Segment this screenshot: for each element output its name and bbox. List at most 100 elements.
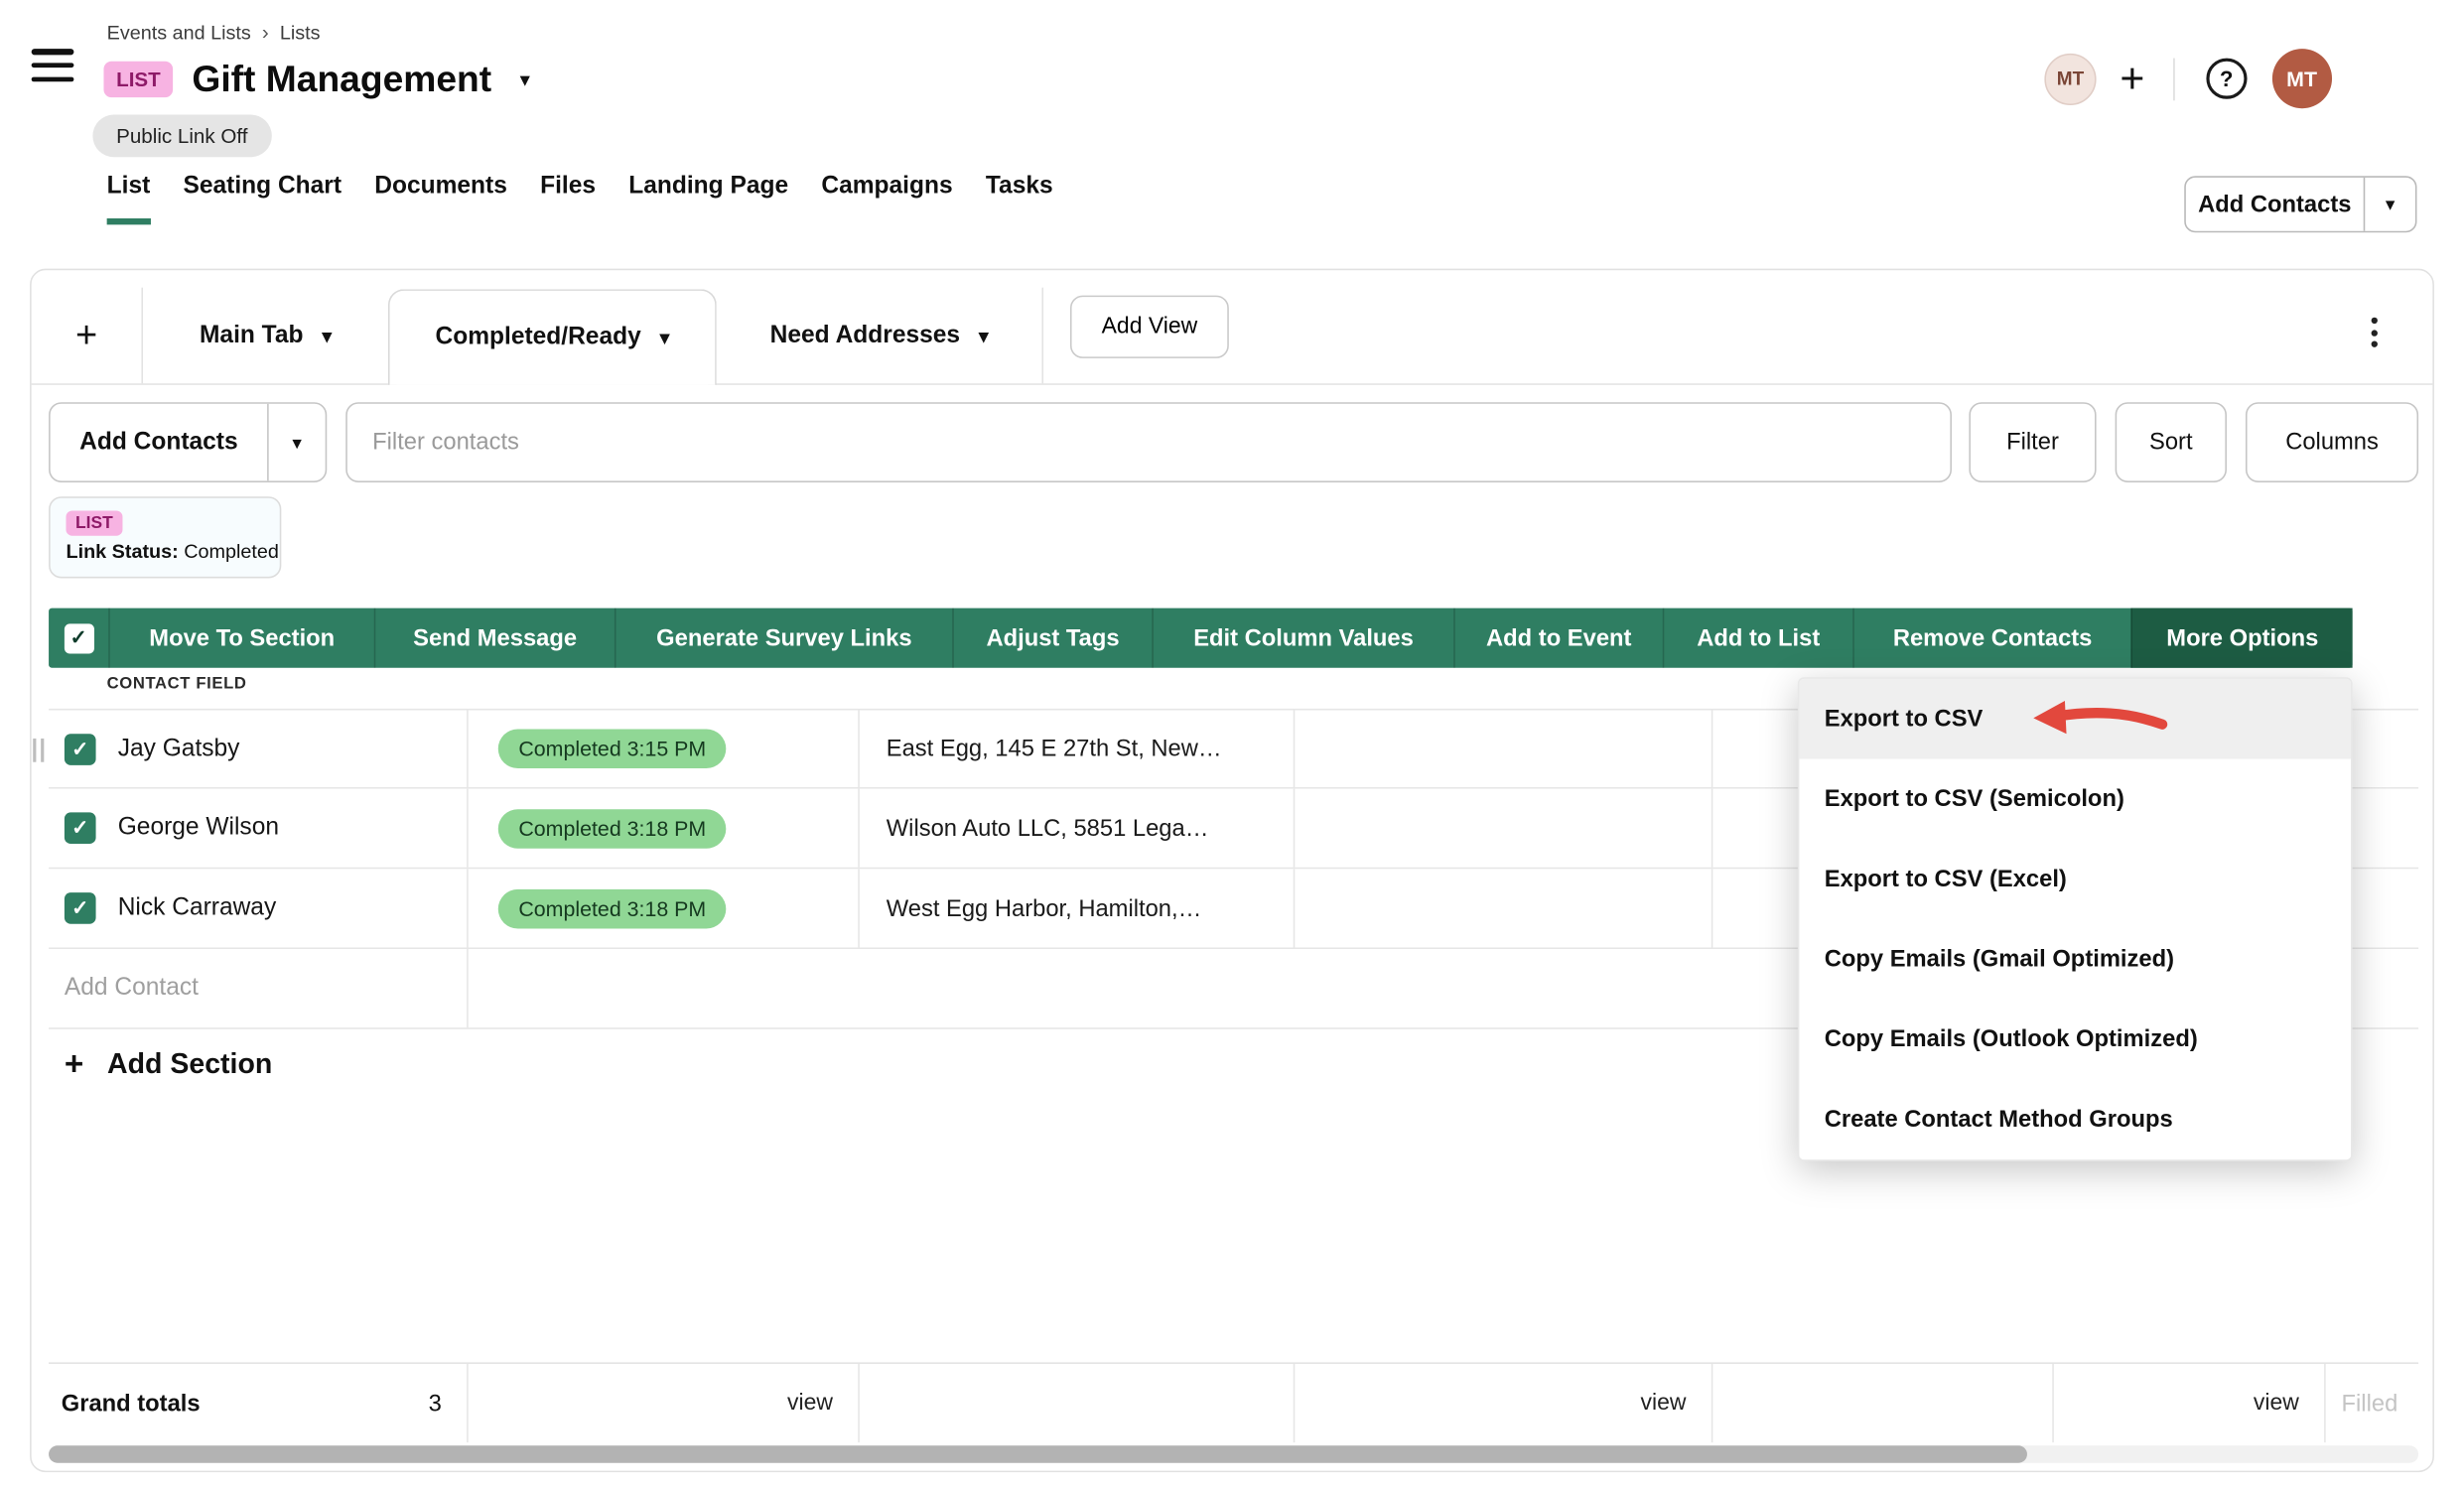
edit-column-values-button[interactable]: Edit Column Values — [1152, 609, 1453, 668]
nav-tab-list[interactable]: List — [107, 173, 151, 224]
view-link[interactable]: view — [2254, 1391, 2299, 1416]
toolbar: Add Contacts ▾ Filter Sort Columns — [49, 402, 2418, 482]
generate-survey-links-button[interactable]: Generate Survey Links — [615, 609, 952, 668]
view-tab-label: Main Tab — [200, 322, 304, 349]
drag-handle-icon[interactable] — [33, 739, 43, 762]
new-view-plus-button[interactable]: + — [32, 288, 143, 384]
menu-item-create-contact-method-groups[interactable]: Create Contact Method Groups — [1799, 1079, 2351, 1159]
sort-button[interactable]: Sort — [2116, 402, 2227, 482]
scrollbar-thumb[interactable] — [49, 1445, 2027, 1462]
view-tab-label: Completed/Ready — [435, 324, 640, 351]
horizontal-scrollbar[interactable] — [49, 1445, 2418, 1462]
list-type-badge: LIST — [103, 62, 173, 97]
empty-cell — [858, 1364, 1293, 1442]
remove-contacts-button[interactable]: Remove Contacts — [1852, 609, 2130, 668]
add-section-button[interactable]: + Add Section — [49, 1038, 288, 1090]
filled-label: Filled — [2342, 1390, 2398, 1417]
address-text: West Egg Harbor, Hamilton,… — [887, 894, 1202, 921]
chevron-down-icon: ▾ — [322, 325, 332, 346]
empty-cell[interactable] — [1294, 789, 1711, 868]
checkmark-icon: ✓ — [71, 895, 88, 920]
checkmark-icon: ✓ — [71, 737, 88, 761]
plus-icon: + — [65, 1048, 83, 1081]
row-checkbox[interactable]: ✓ — [65, 892, 96, 924]
checkmark-icon: ✓ — [71, 816, 88, 841]
status-pill: Completed 3:18 PM — [498, 808, 727, 848]
public-link-status-pill[interactable]: Public Link Off — [92, 115, 271, 158]
add-icon[interactable]: + — [2120, 58, 2144, 100]
chevron-down-icon: ▾ — [660, 327, 670, 348]
address-text: Wilson Auto LLC, 5851 Lega… — [887, 815, 1209, 842]
nav-tab-documents[interactable]: Documents — [374, 173, 507, 224]
menu-item-copy-emails-gmail[interactable]: Copy Emails (Gmail Optimized) — [1799, 919, 2351, 1000]
empty-cell[interactable] — [1294, 869, 1711, 947]
chevron-down-icon: ▾ — [979, 325, 989, 346]
add-to-list-button[interactable]: Add to List — [1663, 609, 1853, 668]
move-to-section-button[interactable]: Move To Section — [108, 609, 374, 668]
view-link[interactable]: view — [1641, 1391, 1687, 1416]
contact-name[interactable]: Nick Carraway — [118, 894, 277, 922]
add-contacts-split-button: Add Contacts ▾ — [2184, 176, 2416, 232]
nav-tab-seating-chart[interactable]: Seating Chart — [184, 173, 342, 224]
add-contacts-chevron-down-icon[interactable]: ▾ — [2364, 178, 2415, 231]
view-tab-need-addresses[interactable]: Need Addresses ▾ — [717, 288, 1043, 384]
nav-tab-tasks[interactable]: Tasks — [986, 173, 1053, 224]
columns-button[interactable]: Columns — [2246, 402, 2418, 482]
add-to-event-button[interactable]: Add to Event — [1453, 609, 1663, 668]
list-panel: + Main Tab ▾ Completed/Ready ▾ Need Addr… — [30, 269, 2434, 1473]
link-status-label: Link Status: — [66, 541, 178, 563]
team-avatar[interactable]: MT — [2044, 53, 2096, 104]
contact-field-column-header: CONTACT FIELD — [107, 674, 247, 693]
status-pill: Completed 3:18 PM — [498, 888, 727, 928]
contact-name[interactable]: George Wilson — [118, 814, 279, 842]
nav-tab-files[interactable]: Files — [540, 173, 596, 224]
user-avatar[interactable]: MT — [2272, 49, 2332, 108]
view-link[interactable]: view — [787, 1391, 833, 1416]
link-status-chip[interactable]: LIST Link Status: Completed — [49, 496, 281, 578]
list-type-badge: LIST — [66, 510, 122, 535]
nav-tab-campaigns[interactable]: Campaigns — [821, 173, 952, 224]
primary-nav: List Seating Chart Documents Files Landi… — [107, 173, 1053, 224]
help-icon[interactable]: ? — [2206, 59, 2247, 99]
kebab-menu-icon[interactable] — [2365, 311, 2384, 353]
filter-button[interactable]: Filter — [1969, 402, 2096, 482]
menu-item-export-csv-excel[interactable]: Export to CSV (Excel) — [1799, 839, 2351, 919]
view-tab-main-tab[interactable]: Main Tab ▾ — [143, 288, 388, 384]
view-tabs-strip: + Main Tab ▾ Completed/Ready ▾ Need Addr… — [32, 270, 2433, 385]
add-section-label: Add Section — [107, 1048, 272, 1081]
add-contacts-chevron-down-icon[interactable]: ▾ — [267, 404, 326, 481]
select-all-checkbox[interactable]: ✓ — [49, 609, 108, 668]
row-checkbox[interactable]: ✓ — [65, 812, 96, 844]
nav-tab-landing-page[interactable]: Landing Page — [628, 173, 788, 224]
breadcrumb-lists[interactable]: Lists — [280, 21, 321, 43]
breadcrumb: Events and Lists › Lists — [107, 21, 321, 45]
filter-contacts-input[interactable] — [345, 402, 1952, 482]
contact-name[interactable]: Jay Gatsby — [118, 735, 240, 762]
view-tab-completed-ready[interactable]: Completed/Ready ▾ — [388, 289, 717, 385]
menu-item-export-csv[interactable]: Export to CSV — [1799, 679, 2351, 759]
add-contacts-button[interactable]: Add Contacts — [2186, 178, 2364, 231]
hamburger-menu-icon[interactable] — [32, 49, 74, 81]
bulk-action-bar: ✓ Move To Section Send Message Generate … — [49, 609, 2353, 668]
app-root: Events and Lists › Lists LIST Gift Manag… — [0, 0, 2464, 1489]
menu-item-export-csv-semicolon[interactable]: Export to CSV (Semicolon) — [1799, 759, 2351, 840]
breadcrumb-events-and-lists[interactable]: Events and Lists — [107, 21, 251, 43]
page-title: Gift Management — [192, 59, 491, 101]
view-tab-label: Need Addresses — [770, 322, 960, 349]
title-chevron-down-icon[interactable]: ▾ — [520, 67, 530, 91]
empty-cell[interactable] — [1294, 710, 1711, 787]
empty-cell — [1711, 1364, 2052, 1442]
adjust-tags-button[interactable]: Adjust Tags — [952, 609, 1152, 668]
header-icons: MT + ? MT — [2044, 49, 2331, 108]
checkmark-icon: ✓ — [64, 623, 93, 653]
grand-totals-row: Grand totals 3 view view view Filled — [49, 1362, 2418, 1442]
row-checkbox[interactable]: ✓ — [65, 733, 96, 764]
send-message-button[interactable]: Send Message — [374, 609, 615, 668]
address-text: East Egg, 145 E 27th St, New… — [887, 736, 1222, 762]
more-options-button[interactable]: More Options — [2130, 609, 2352, 668]
header-divider — [2173, 58, 2175, 100]
add-contact-placeholder[interactable]: Add Contact — [65, 974, 199, 1002]
menu-item-copy-emails-outlook[interactable]: Copy Emails (Outlook Optimized) — [1799, 1000, 2351, 1080]
add-view-button[interactable]: Add View — [1070, 296, 1229, 358]
add-contacts-button[interactable]: Add Contacts — [51, 404, 267, 481]
